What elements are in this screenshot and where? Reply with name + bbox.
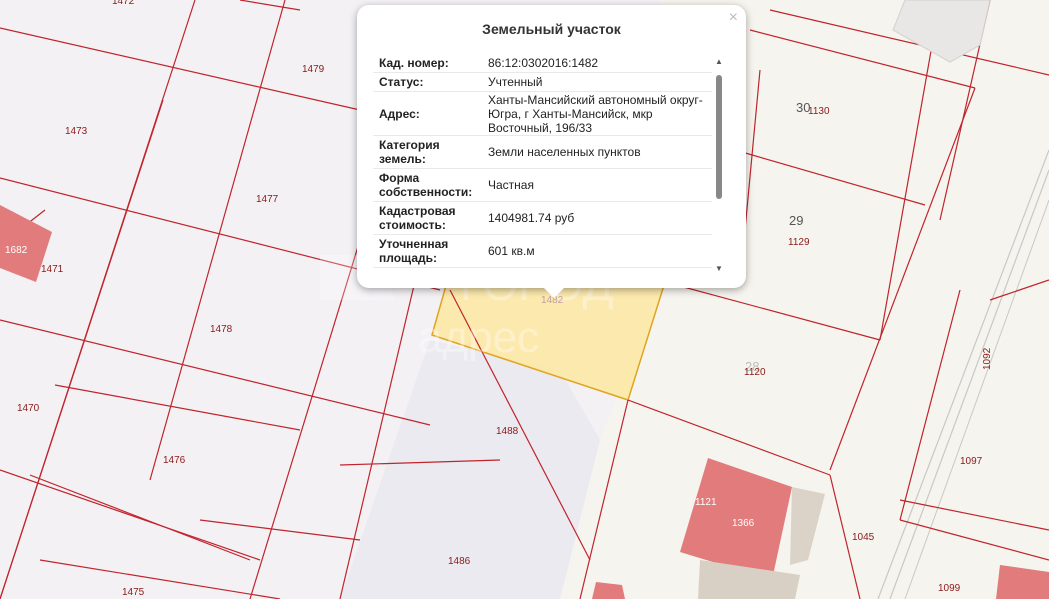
building-label-1366: 1366 [732, 518, 755, 529]
attribute-key: Статус: [373, 72, 482, 92]
attribute-value-line: Ханты-Мансийский автономный округ- [488, 92, 703, 107]
attribute-value: Частная [482, 168, 712, 202]
attribute-key-line: стоимость: [379, 218, 446, 232]
parcel-label-1097: 1097 [960, 456, 983, 467]
scroll-up-icon[interactable]: ▲ [715, 57, 723, 66]
house-number-29: 29 [789, 213, 803, 228]
attribute-key: Категория земель: [373, 135, 482, 169]
parcel-label-1099: 1099 [938, 583, 961, 594]
attribute-value-line: Земли населенных пунктов [488, 145, 641, 159]
attribute-value: Ханты-Мансийский автономный округ- Югра, … [482, 91, 712, 136]
parcel-label-1473: 1473 [65, 126, 88, 137]
attribute-value-line: Учтенный [488, 75, 543, 89]
parcel-label-1488: 1488 [496, 426, 519, 437]
parcel-label-1092: 1092 [982, 347, 993, 370]
attribute-value-line: 86:12:0302016:1482 [488, 55, 599, 70]
parcel-label-1478: 1478 [210, 324, 233, 335]
attribute-key-line: Кад. номер: [379, 55, 449, 70]
parcel-label-1486: 1486 [448, 556, 471, 567]
attribute-key-line: собственности: [379, 185, 473, 199]
attribute-key-line: Статус: [379, 75, 424, 89]
attribute-key: Кад. номер: [373, 53, 482, 73]
attribute-value: 1404981.74 руб [482, 201, 712, 235]
parcel-info-popup[interactable]: Земельный участок × Кад. номер: 86:12:030… [357, 5, 746, 298]
attribute-row: Кадастровая стоимость: 1404981.74 руб [373, 201, 712, 235]
attribute-key-line: Кадастровая [379, 204, 456, 218]
attribute-key-line: Уточненная [379, 237, 449, 251]
parcel-label-1471: 1471 [41, 264, 64, 275]
attribute-row: Уточненная площадь: 601 кв.м [373, 234, 712, 268]
parcel-label-1475: 1475 [122, 587, 145, 598]
attribute-value-line: Восточный, 196/33 [488, 120, 593, 135]
attribute-value: Учтенный [482, 72, 712, 92]
parcel-label-1479: 1479 [302, 64, 325, 75]
popup-scroll-area[interactable]: Кад. номер: 86:12:0302016:1482 Статус: Учте… [373, 53, 712, 271]
parcel-label-1477: 1477 [256, 194, 279, 205]
attribute-value-line: 601 кв.м [488, 244, 535, 258]
attribute-value: 601 кв.м [482, 234, 712, 268]
parcel-label-1130: 1130 [808, 106, 830, 117]
popup-pointer [544, 288, 564, 298]
parcel-label-1472: 1472 [112, 0, 135, 7]
building-label-1121: 1121 [695, 497, 717, 508]
attribute-key: Кадастровая стоимость: [373, 201, 482, 235]
parcel-label-1470: 1470 [17, 403, 40, 414]
attribute-row: Статус: Учтенный [373, 72, 712, 92]
attribute-row: Адрес: Ханты-Мансийский автономный округ-… [373, 91, 712, 136]
attribute-value: Земли населенных пунктов [482, 135, 712, 169]
close-icon[interactable]: × [729, 9, 738, 27]
attribute-value-line: Югра, г Ханты-Мансийск, мкр [488, 106, 653, 121]
parcel-label-1045: 1045 [852, 532, 875, 543]
attribute-key-line: земель: [379, 152, 426, 166]
scroll-thumb[interactable] [716, 75, 722, 199]
scroll-down-icon[interactable]: ▼ [715, 264, 723, 273]
attribute-value-line: 1404981.74 руб [488, 211, 575, 225]
parcel-attributes-table: Кад. номер: 86:12:0302016:1482 Статус: Учте… [373, 53, 712, 268]
parcel-label-1129: 1129 [788, 237, 810, 248]
attribute-value-line: Частная [488, 178, 534, 192]
attribute-key: Форма собственности: [373, 168, 482, 202]
popup-title: Земельный участок [482, 21, 621, 37]
svg-text:адрес: адрес [418, 313, 539, 362]
attribute-row: Категория земель: Земли населенных пунктов [373, 135, 712, 169]
attribute-key-line: Категория [379, 138, 440, 152]
attribute-key-line: Адрес: [379, 106, 420, 121]
building-label-1682: 1682 [5, 245, 28, 256]
popup-scrollbar[interactable]: ▲ ▼ [714, 57, 724, 273]
attribute-row: Кад. номер: 86:12:0302016:1482 [373, 53, 712, 73]
attribute-key-line: Форма [379, 171, 420, 185]
attribute-key: Адрес: [373, 91, 482, 136]
parcel-label-1476: 1476 [163, 455, 186, 466]
attribute-row: Форма собственности: Частная [373, 168, 712, 202]
house-number-28: 28 [745, 359, 759, 374]
attribute-key-line: площадь: [379, 251, 437, 265]
attribute-value: 86:12:0302016:1482 [482, 53, 712, 73]
house-number-30: 30 [796, 100, 810, 115]
attribute-key: Уточненная площадь: [373, 234, 482, 268]
